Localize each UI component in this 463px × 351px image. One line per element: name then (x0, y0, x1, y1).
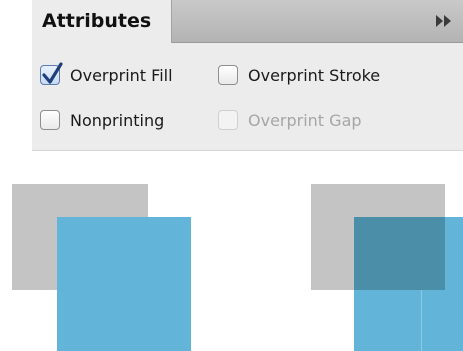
nonprinting-checkbox[interactable] (40, 110, 60, 130)
panel-tab-bar: Attributes (32, 0, 463, 43)
overprint-stroke-label: Overprint Stroke (248, 65, 381, 85)
nonprinting-label: Nonprinting (70, 110, 165, 130)
blue-square-divider (421, 290, 422, 351)
overprint-overlap-region (354, 217, 445, 290)
overprint-stroke-checkbox[interactable] (218, 65, 238, 85)
overprint-gap-label: Overprint Gap (248, 110, 362, 130)
blue-square-left (57, 217, 191, 351)
overprint-fill-option[interactable]: Overprint Fill (40, 62, 173, 88)
panel-menu-button[interactable] (433, 12, 455, 30)
overprint-gap-option: Overprint Gap (218, 107, 362, 133)
tab-attributes[interactable]: Attributes (32, 0, 172, 43)
overprint-fill-label: Overprint Fill (70, 65, 173, 85)
overprint-stroke-option[interactable]: Overprint Stroke (218, 62, 380, 88)
overprint-fill-checkbox[interactable] (40, 62, 63, 85)
nonprinting-option[interactable]: Nonprinting (40, 107, 164, 133)
double-chevron-right-icon (436, 15, 451, 27)
checkmark-icon (42, 62, 63, 84)
overprint-gap-checkbox (218, 110, 238, 130)
attributes-panel: Attributes Overprint Fill Overprint Stro… (32, 0, 463, 151)
